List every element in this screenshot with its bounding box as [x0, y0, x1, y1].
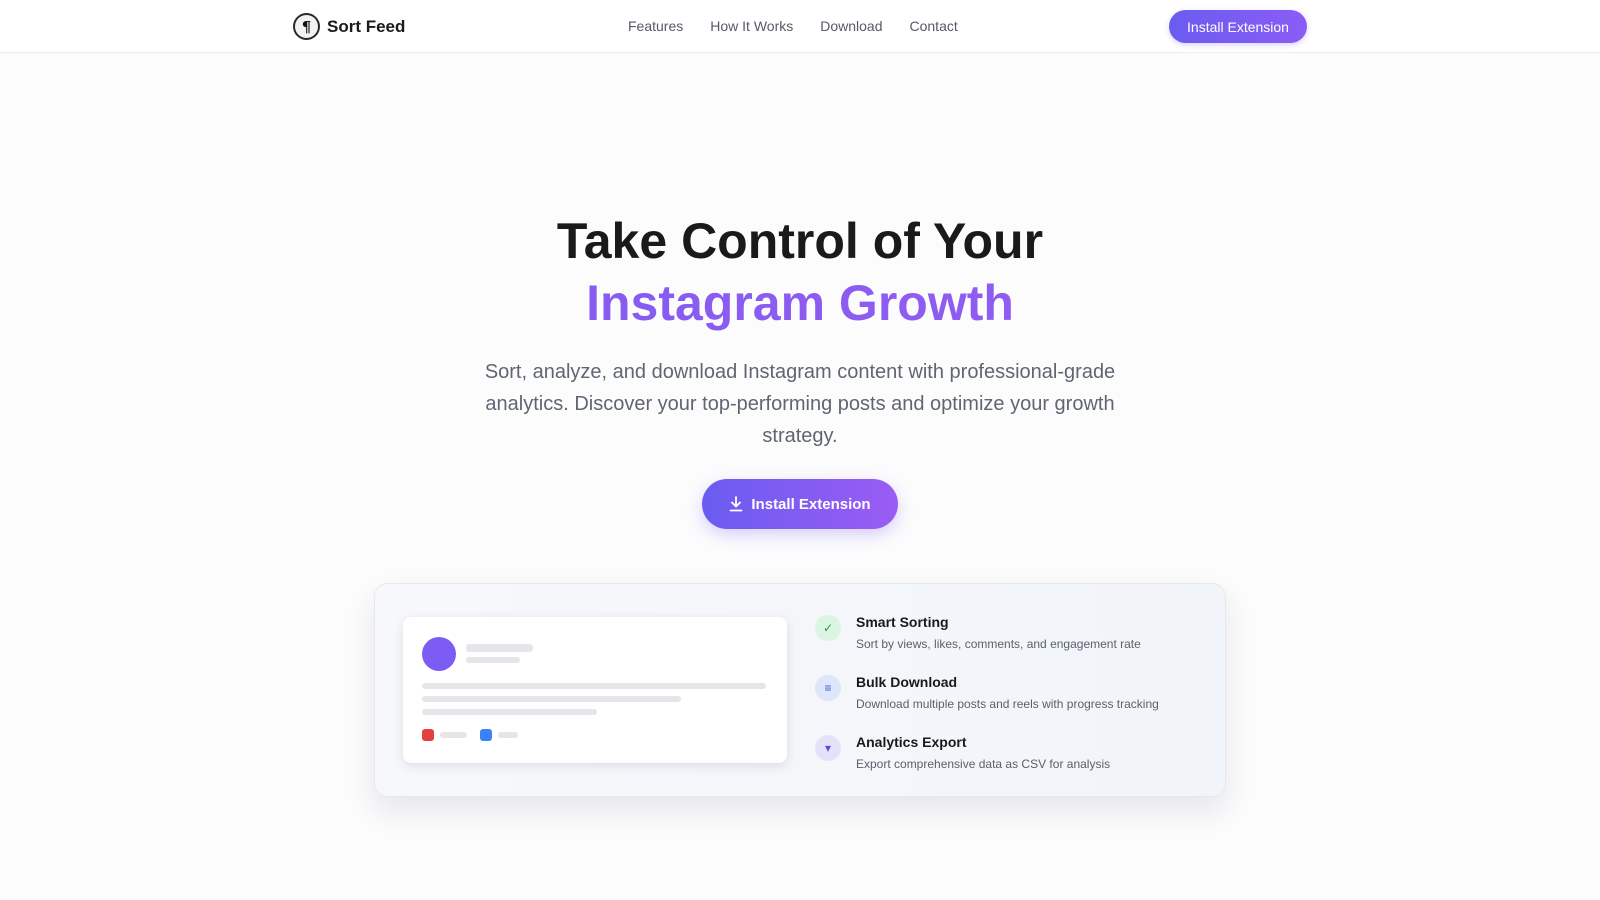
- chart-export-icon: ▾: [815, 735, 841, 761]
- top-nav: ¶ Sort Feed Features How It Works Downlo…: [0, 0, 1600, 53]
- mock-like-marker: [422, 729, 434, 741]
- nav-install-button[interactable]: Install Extension: [1169, 10, 1307, 43]
- feature-title: Smart Sorting: [856, 614, 949, 630]
- feature-preview-card: ✓ Smart Sorting Sort by views, likes, co…: [374, 583, 1226, 797]
- feature-description: Sort by views, likes, comments, and enga…: [856, 637, 1141, 651]
- nav-link-how-it-works[interactable]: How It Works: [710, 18, 793, 34]
- mock-text-bar: [422, 709, 597, 715]
- brand[interactable]: ¶ Sort Feed: [293, 13, 405, 40]
- feature-title: Bulk Download: [856, 674, 958, 690]
- list-icon: ≡: [815, 675, 841, 701]
- hero-title-line1: Take Control of Your: [556, 213, 1044, 269]
- mock-like-bar: [440, 732, 467, 738]
- mock-comment-marker: [480, 729, 492, 741]
- hero-subtitle: Sort, analyze, and download Instagram co…: [484, 361, 1116, 447]
- mock-text-bar: [422, 683, 766, 689]
- hero-install-button[interactable]: Install Extension: [702, 479, 898, 529]
- brand-logo-icon: ¶: [293, 13, 320, 40]
- mock-avatar: [422, 637, 456, 671]
- feature-analytics-export: ▾ Analytics Export Export comprehensive …: [815, 731, 1215, 781]
- nav-links: Features How It Works Download Contact: [628, 18, 958, 34]
- mock-text-bar: [422, 696, 681, 702]
- hero-title: Take Control of Your Instagram Growth: [0, 210, 1600, 334]
- download-icon: [729, 496, 743, 512]
- nav-link-contact[interactable]: Contact: [910, 18, 958, 34]
- post-preview-mock: [403, 617, 787, 763]
- feature-description: Export comprehensive data as CSV for ana…: [856, 757, 1111, 771]
- mock-handle-bar: [466, 657, 520, 663]
- check-icon: ✓: [815, 615, 841, 641]
- mock-name-bar: [466, 644, 533, 652]
- hero-install-label: Install Extension: [751, 495, 871, 513]
- feature-bulk-download: ≡ Bulk Download Download multiple posts …: [815, 671, 1215, 721]
- feature-smart-sorting: ✓ Smart Sorting Sort by views, likes, co…: [815, 611, 1215, 661]
- brand-name: Sort Feed: [327, 16, 406, 36]
- mock-comment-bar: [498, 732, 518, 738]
- hero-title-line2: Instagram Growth: [0, 272, 1600, 334]
- feature-description: Download multiple posts and reels with p…: [856, 697, 1159, 711]
- nav-link-features[interactable]: Features: [628, 18, 683, 34]
- feature-title: Analytics Export: [856, 734, 967, 750]
- nav-link-download[interactable]: Download: [820, 18, 882, 34]
